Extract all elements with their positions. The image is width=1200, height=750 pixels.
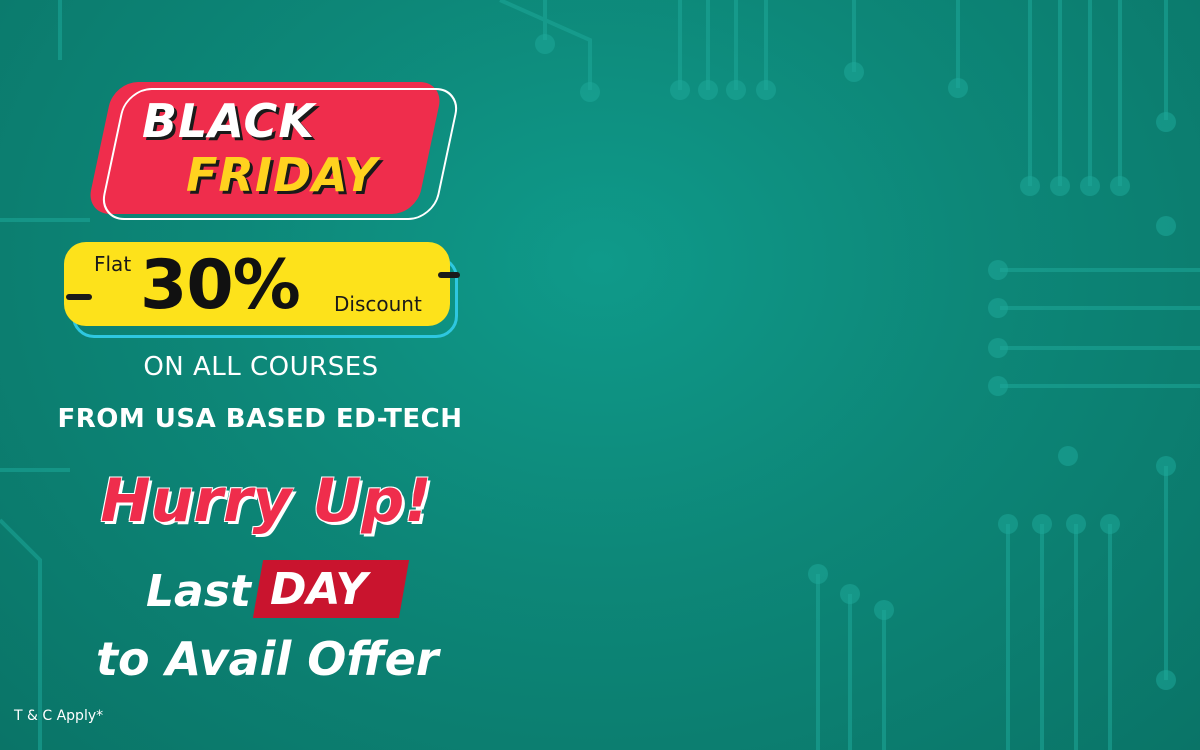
- on-all-courses-text: ON ALL COURSES: [143, 352, 379, 382]
- friday-label: FRIDAY: [186, 148, 378, 202]
- black-friday-badge: BLACK FRIDAY: [85, 82, 463, 232]
- black-label: BLACK: [142, 94, 315, 148]
- terms-apply-text: T & C Apply*: [14, 708, 104, 724]
- last-label: Last: [146, 566, 251, 617]
- avail-offer-text: to Avail Offer: [96, 632, 439, 686]
- day-label: DAY: [270, 564, 368, 615]
- discount-dash-left: [66, 294, 92, 300]
- discount-dash-right: [438, 272, 460, 278]
- discount-badge: Flat 30% Discount: [58, 242, 468, 342]
- flat-label: Flat: [94, 252, 132, 276]
- discount-percent: 30%: [140, 246, 301, 325]
- discount-label: Discount: [334, 292, 422, 316]
- from-usa-text: FROM USA BASED ED-TECH: [57, 404, 463, 434]
- hurry-up-heading: Hurry Up!: [100, 466, 432, 536]
